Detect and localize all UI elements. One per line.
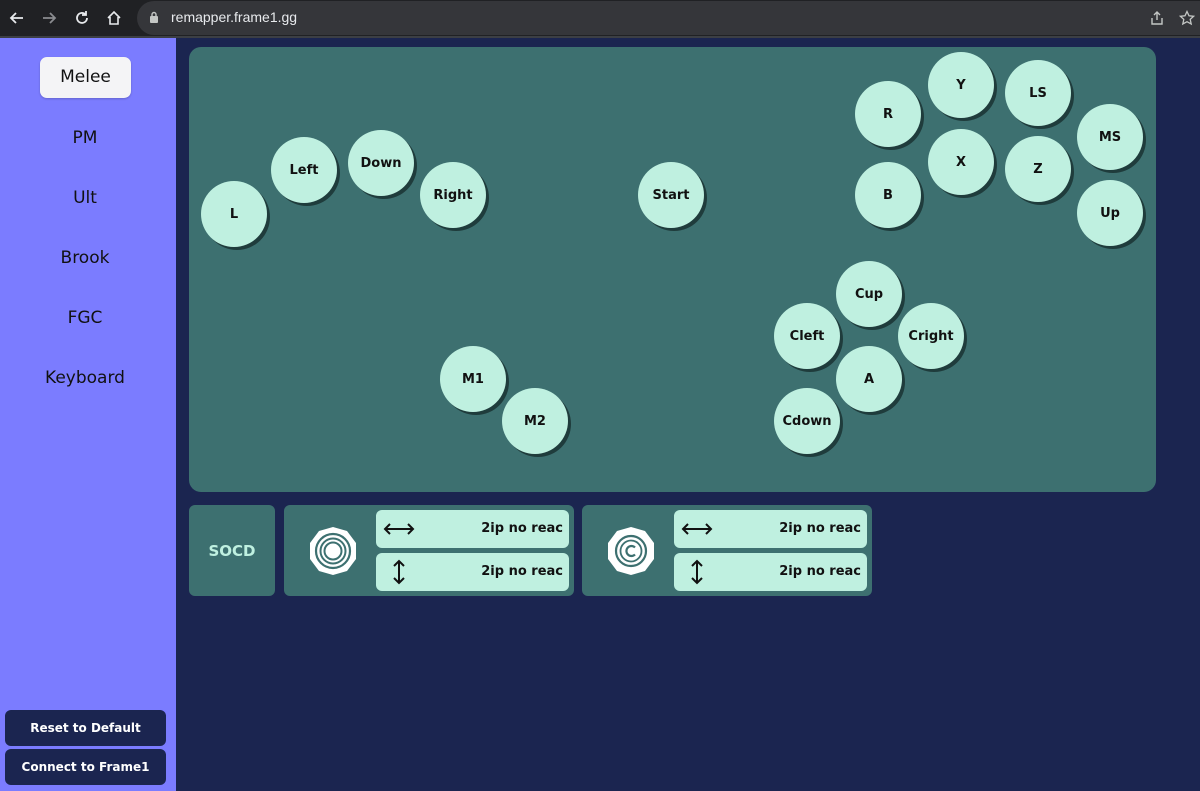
back-icon[interactable] — [6, 7, 28, 29]
sidebar: Melee PM Ult Brook FGC Keyboard Reset to… — [0, 38, 176, 791]
controller-button-r[interactable]: R — [855, 81, 921, 147]
socd-c-horizontal-option[interactable]: 2ip no reac — [674, 510, 867, 548]
controller-layout-panel: L Left Down Right Start R Y LS MS B X Z … — [189, 47, 1156, 492]
socd-main-vertical-value: 2ip no reac — [481, 564, 563, 579]
share-icon[interactable] — [1146, 7, 1168, 29]
socd-c-vertical-value: 2ip no reac — [779, 564, 861, 579]
forward-icon[interactable] — [38, 7, 60, 29]
c-stick-icon — [608, 527, 654, 575]
controller-button-cup[interactable]: Cup — [836, 261, 902, 327]
analog-stick-icon — [310, 527, 356, 575]
controller-button-y[interactable]: Y — [928, 52, 994, 118]
browser-toolbar: remapper.frame1.gg — [0, 0, 1200, 36]
reload-icon[interactable] — [71, 7, 93, 29]
vertical-arrow-icon — [691, 559, 703, 585]
bookmark-star-icon[interactable] — [1176, 7, 1198, 29]
controller-button-cleft[interactable]: Cleft — [774, 303, 840, 369]
controller-button-m1[interactable]: M1 — [440, 346, 506, 412]
controller-button-down[interactable]: Down — [348, 130, 414, 196]
controller-button-cdown[interactable]: Cdown — [774, 388, 840, 454]
horizontal-arrow-icon — [681, 523, 713, 535]
socd-main-horizontal-value: 2ip no reac — [481, 521, 563, 536]
lock-icon — [150, 11, 158, 23]
controller-button-a[interactable]: A — [836, 346, 902, 412]
reset-to-default-button[interactable]: Reset to Default — [5, 710, 166, 746]
controller-button-right[interactable]: Right — [420, 162, 486, 228]
game-item-keyboard[interactable]: Keyboard — [0, 368, 170, 388]
controller-button-cright[interactable]: Cright — [898, 303, 964, 369]
socd-c-stick-card: 2ip no reac 2ip no reac — [582, 505, 872, 596]
game-item-pm[interactable]: PM — [0, 128, 170, 148]
controller-button-ls[interactable]: LS — [1005, 60, 1071, 126]
controller-button-b[interactable]: B — [855, 162, 921, 228]
game-item-fgc[interactable]: FGC — [0, 308, 170, 328]
vertical-arrow-icon — [393, 559, 405, 585]
socd-main-horizontal-option[interactable]: 2ip no reac — [376, 510, 569, 548]
socd-label: SOCD — [189, 505, 275, 596]
socd-c-vertical-option[interactable]: 2ip no reac — [674, 553, 867, 591]
controller-button-left[interactable]: Left — [271, 137, 337, 203]
controller-button-l[interactable]: L — [201, 181, 267, 247]
toolbar-divider — [0, 36, 1200, 38]
controller-button-start[interactable]: Start — [638, 162, 704, 228]
connect-to-frame1-button[interactable]: Connect to Frame1 — [5, 749, 166, 785]
controller-button-x[interactable]: X — [928, 129, 994, 195]
socd-c-horizontal-value: 2ip no reac — [779, 521, 861, 536]
home-icon[interactable] — [103, 7, 125, 29]
url-text: remapper.frame1.gg — [171, 9, 298, 25]
socd-main-stick-card: 2ip no reac 2ip no reac — [284, 505, 574, 596]
controller-button-ms[interactable]: MS — [1077, 104, 1143, 170]
game-item-brook[interactable]: Brook — [0, 248, 170, 268]
game-item-melee[interactable]: Melee — [40, 57, 131, 98]
controller-button-up[interactable]: Up — [1077, 180, 1143, 246]
socd-main-vertical-option[interactable]: 2ip no reac — [376, 553, 569, 591]
controller-button-z[interactable]: Z — [1005, 136, 1071, 202]
address-bar[interactable]: remapper.frame1.gg — [137, 1, 1200, 35]
game-item-ult[interactable]: Ult — [0, 188, 170, 208]
controller-button-m2[interactable]: M2 — [502, 388, 568, 454]
horizontal-arrow-icon — [383, 523, 415, 535]
